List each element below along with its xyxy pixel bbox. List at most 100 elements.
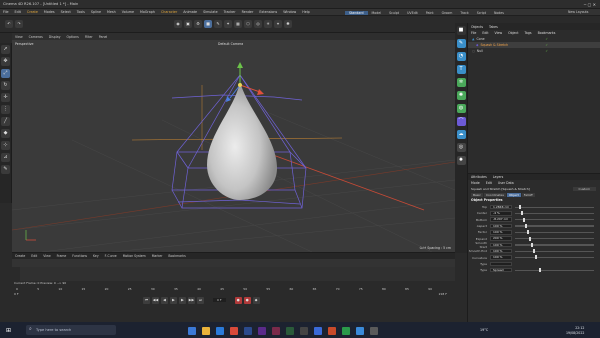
- tl-menu-functions[interactable]: Functions: [69, 254, 90, 258]
- menu-animate[interactable]: Animate: [180, 10, 200, 14]
- param-slider[interactable]: [515, 255, 594, 260]
- subtab-object[interactable]: Object: [506, 193, 521, 197]
- tab-takes[interactable]: Takes: [486, 24, 501, 30]
- param-value-field[interactable]: 100 %: [490, 255, 512, 260]
- tl-menu-bookmarks[interactable]: Bookmarks: [165, 254, 188, 258]
- subtab-basic[interactable]: Basic: [471, 193, 483, 197]
- param-value-field[interactable]: 100 %: [490, 248, 512, 254]
- am-menu-user-data[interactable]: User Data: [495, 180, 517, 186]
- slider-knob[interactable]: [527, 230, 529, 235]
- param-slider[interactable]: [515, 223, 594, 228]
- explorer-app-icon[interactable]: [202, 326, 210, 335]
- visibility-check-icon[interactable]: ✓: [545, 37, 548, 41]
- workspace-nodes[interactable]: Nodes: [490, 11, 508, 15]
- windows-start-icon[interactable]: ⊞: [6, 327, 11, 334]
- chrome-app-icon[interactable]: [230, 326, 238, 335]
- param-slider[interactable]: [515, 268, 594, 273]
- render-view-icon[interactable]: ◉: [174, 20, 182, 28]
- snap-icon[interactable]: ⊿: [1, 153, 10, 162]
- polygons-mode-icon[interactable]: ◆: [1, 129, 10, 138]
- undo-icon[interactable]: ↶: [5, 20, 13, 28]
- scene-icon[interactable]: ☀: [264, 20, 272, 28]
- render-settings-icon[interactable]: ⚙: [194, 20, 202, 28]
- menu-window[interactable]: Window: [280, 10, 299, 14]
- spotify-app-icon[interactable]: [342, 326, 350, 335]
- cloner-icon[interactable]: ✲: [456, 78, 466, 87]
- param-slider[interactable]: [515, 217, 594, 222]
- tl-menu-motion-system[interactable]: Motion System: [120, 254, 149, 258]
- tl-menu-edit[interactable]: Edit: [28, 254, 40, 258]
- light-icon[interactable]: ✺: [284, 20, 292, 28]
- first-frame-icon[interactable]: ⏮: [143, 296, 150, 304]
- field-icon[interactable]: ◎: [254, 20, 262, 28]
- viewport-menu-filter[interactable]: Filter: [82, 35, 96, 39]
- current-frame-field[interactable]: 0 F: [213, 298, 226, 302]
- menu-help[interactable]: Help: [299, 10, 313, 14]
- new-layouts-button[interactable]: New Layouts: [568, 10, 588, 14]
- subtab-falloff[interactable]: Falloff: [521, 193, 535, 197]
- menu-character[interactable]: Character: [158, 10, 180, 14]
- keyframe-icon[interactable]: ◆: [252, 296, 260, 304]
- last-frame-icon[interactable]: ⏭: [197, 296, 204, 304]
- cone-object[interactable]: [207, 82, 277, 200]
- photoshop-app-icon[interactable]: [244, 326, 252, 335]
- am-menu-mode[interactable]: Mode: [468, 180, 483, 186]
- edge-app-icon[interactable]: [188, 326, 196, 335]
- slider-knob[interactable]: [539, 268, 541, 273]
- param-slider[interactable]: [515, 211, 594, 216]
- pen-icon[interactable]: ✎: [214, 20, 222, 28]
- null-check-icon[interactable]: ✓: [545, 49, 548, 53]
- mograph-effector-icon[interactable]: ✺: [456, 91, 466, 100]
- menu-tracker[interactable]: Tracker: [221, 10, 239, 14]
- field-icon-right[interactable]: ◍: [456, 104, 466, 113]
- next-key-icon[interactable]: ▶▶: [188, 296, 195, 304]
- param-value-field[interactable]: 1.2846 cm: [490, 204, 512, 210]
- workspace-uvedit[interactable]: UVEdit: [403, 11, 422, 15]
- workspace-sculpt[interactable]: Sculpt: [385, 11, 403, 15]
- prev-key-icon[interactable]: ◀◀: [152, 296, 159, 304]
- tl-menu-marker[interactable]: Marker: [149, 254, 166, 258]
- om-menu-bookmarks[interactable]: Bookmarks: [535, 30, 559, 36]
- menu-extensions[interactable]: Extensions: [256, 10, 280, 14]
- gizmo-center[interactable]: [238, 83, 242, 87]
- menu-edit[interactable]: Edit: [12, 10, 24, 14]
- menu-tools[interactable]: Tools: [74, 10, 88, 14]
- redo-icon[interactable]: ↷: [15, 20, 23, 28]
- param-value-field[interactable]: 100 %: [490, 223, 512, 229]
- scale-icon[interactable]: ⤢: [1, 69, 10, 78]
- after-effects-app-icon[interactable]: [272, 326, 280, 335]
- transform-icon[interactable]: ✛: [1, 93, 10, 102]
- param-value-field[interactable]: 200 %: [490, 236, 512, 241]
- end-frame[interactable]: 218 F: [439, 292, 447, 296]
- workspace-paint[interactable]: Paint: [422, 11, 438, 15]
- gizmo-x-arrow[interactable]: [257, 89, 264, 95]
- powerpoint-app-icon[interactable]: [328, 326, 336, 335]
- generator-icon[interactable]: ✦: [224, 20, 232, 28]
- zoom-app-icon[interactable]: [356, 326, 364, 335]
- scene-canvas[interactable]: [12, 40, 455, 252]
- deformer-icon[interactable]: ⬡: [244, 20, 252, 28]
- camera-icon-right[interactable]: ◎: [456, 143, 466, 152]
- menu-modes[interactable]: Modes: [41, 10, 58, 14]
- menu-file[interactable]: File: [0, 10, 12, 14]
- workspace-script[interactable]: Script: [473, 11, 490, 15]
- viewport-menu-view[interactable]: View: [12, 35, 26, 39]
- am-menu-edit[interactable]: Edit: [483, 180, 495, 186]
- premiere-app-icon[interactable]: [258, 326, 266, 335]
- menu-create[interactable]: Create: [24, 10, 41, 14]
- param-slider[interactable]: [515, 242, 594, 247]
- workspace-standard[interactable]: Standard: [345, 10, 368, 15]
- viewport-menu-display[interactable]: Display: [46, 35, 64, 39]
- tl-menu-frame[interactable]: Frame: [54, 254, 70, 258]
- cinema4d-app-icon[interactable]: [300, 326, 308, 335]
- subtab-coordinates[interactable]: Coordinates: [483, 193, 506, 197]
- illustrator-app-icon[interactable]: [286, 326, 294, 335]
- gizmo-y-arrow[interactable]: [237, 62, 243, 68]
- text-icon[interactable]: T: [456, 65, 466, 74]
- om-menu-edit[interactable]: Edit: [479, 30, 491, 36]
- param-value-field[interactable]: 100 %: [490, 230, 512, 235]
- param-slider[interactable]: [515, 249, 594, 254]
- slider-knob[interactable]: [521, 211, 523, 216]
- play-icon[interactable]: ▶: [170, 296, 177, 304]
- om-menu-object[interactable]: Object: [505, 30, 521, 36]
